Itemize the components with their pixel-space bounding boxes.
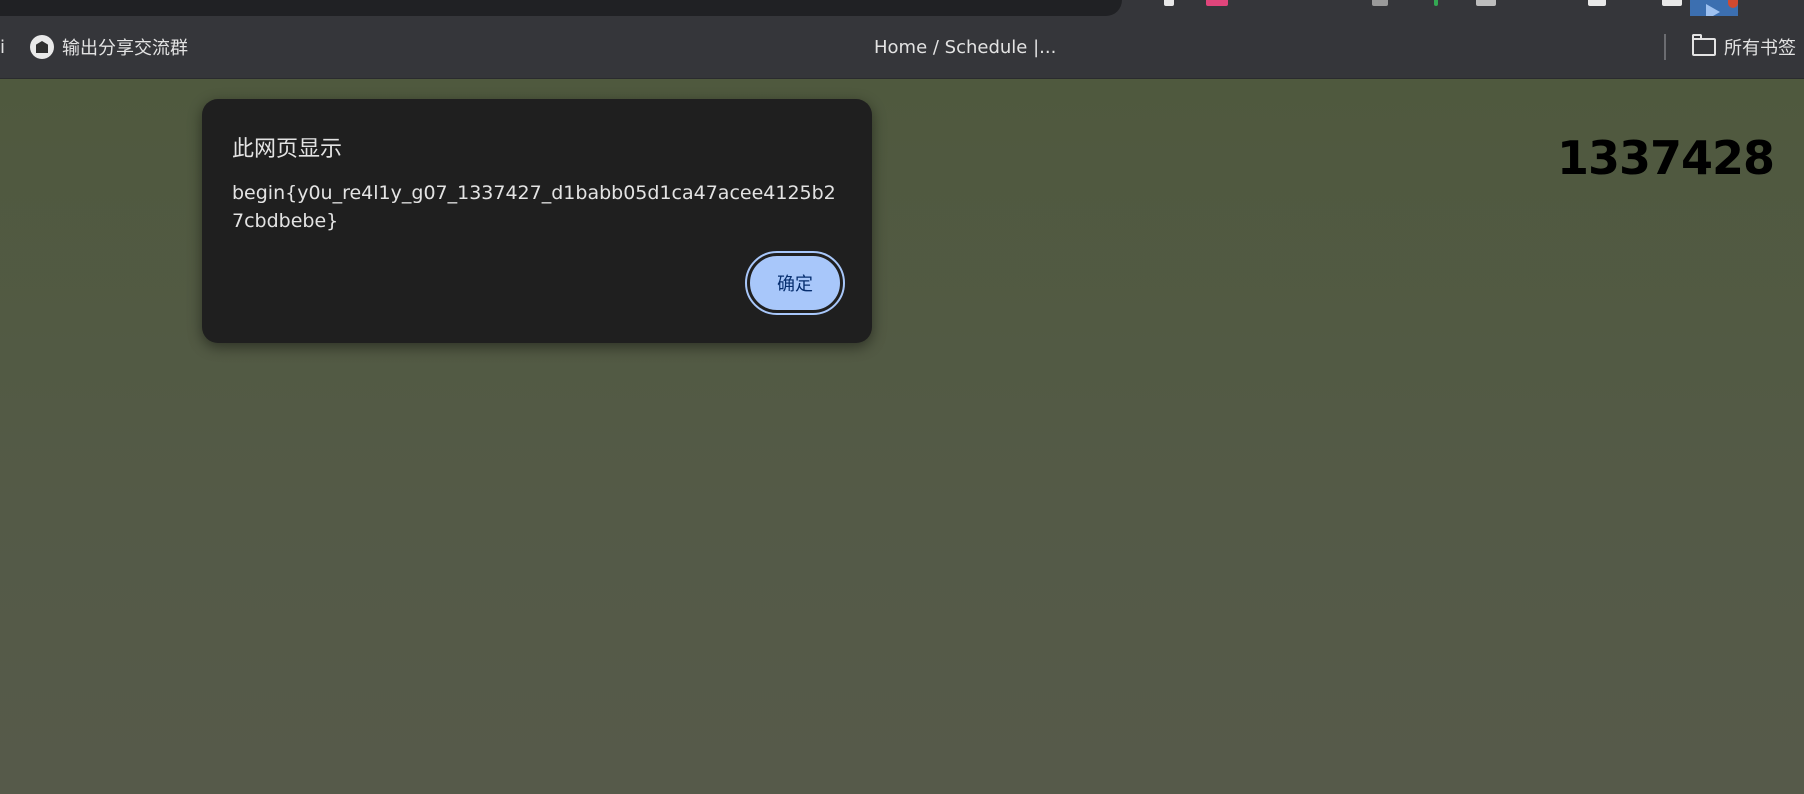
extension-icon[interactable] (1588, 0, 1606, 6)
ok-button[interactable]: 确定 (745, 251, 845, 315)
dialog-message: begin{y0u_re4l1y_g07_1337427_d1babb05d1c… (232, 182, 836, 232)
extension-icon[interactable] (1372, 0, 1388, 6)
folder-icon (1692, 34, 1716, 56)
dialog-title: 此网页显示 (232, 137, 343, 162)
all-bookmarks-label: 所有书签 (1724, 38, 1796, 59)
all-bookmarks-button[interactable]: 所有书签 (1692, 16, 1796, 78)
tab-strip (0, 0, 1804, 22)
address-bar[interactable] (0, 0, 1122, 16)
bookmark-label: i (0, 36, 6, 58)
alert-dialog: 此网页显示 begin{y0u_re4l1y_g07_1337427_d1bab… (202, 99, 872, 343)
bookmark-item[interactable]: Home / Schedule |... (874, 16, 1056, 78)
bookmarks-bar: i 输出分享交流群 Home / Schedule |... 所有书签 (0, 16, 1804, 79)
bookmark-label: Home / Schedule |... (874, 36, 1057, 58)
bookmark-item[interactable]: 输出分享交流群 (30, 16, 188, 78)
bookmark-item[interactable]: i (0, 16, 5, 78)
bookmark-label: 输出分享交流群 (62, 38, 188, 59)
extension-icon[interactable] (1476, 0, 1496, 6)
bookmark-favicon-icon (30, 35, 54, 59)
extension-icon[interactable] (1164, 0, 1174, 6)
extension-icon[interactable] (1662, 0, 1682, 6)
extension-icon[interactable] (1206, 0, 1228, 6)
bookmarks-separator (1664, 34, 1666, 60)
counter-value: 1337428 (1556, 131, 1775, 185)
page-content: 1337428 此网页显示 begin{y0u_re4l1y_g07_13374… (0, 79, 1804, 794)
extension-icon[interactable] (1434, 0, 1438, 6)
